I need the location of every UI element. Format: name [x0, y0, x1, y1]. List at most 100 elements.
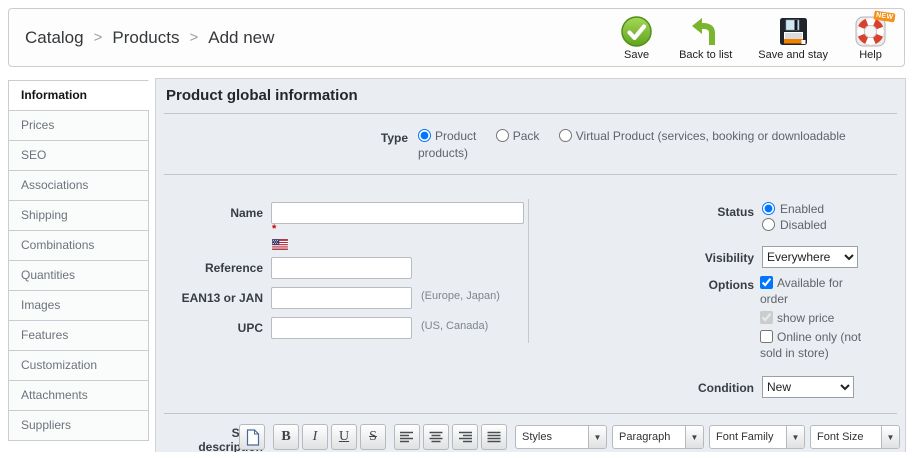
- save-label: Save: [624, 49, 650, 61]
- online-only-checkbox[interactable]: Online only (not sold in store): [760, 329, 862, 361]
- new-document-button[interactable]: [239, 424, 265, 450]
- breadcrumb-separator: >: [189, 29, 199, 46]
- header-toolbar: Save Back to list Save and stay NEW Help: [607, 10, 900, 61]
- sidebar-item-prices[interactable]: Prices: [8, 110, 149, 141]
- strikethrough-button[interactable]: S: [360, 424, 386, 450]
- divider: [164, 174, 897, 175]
- type-pack-radio-input[interactable]: [495, 129, 509, 142]
- styles-dropdown-value: Styles: [522, 431, 552, 443]
- font-family-dropdown[interactable]: Font Family ▼: [709, 425, 805, 449]
- show-price-label: show price: [777, 311, 835, 325]
- lifebuoy-icon: NEW: [854, 10, 896, 48]
- sidebar-item-images[interactable]: Images: [8, 290, 149, 321]
- status-radio-group: Enabled Disabled: [762, 202, 827, 234]
- status-enabled-radio-input[interactable]: [762, 202, 775, 215]
- bold-button[interactable]: B: [273, 424, 299, 450]
- help-button[interactable]: NEW Help: [841, 10, 900, 61]
- name-input[interactable]: [271, 202, 524, 224]
- options-label: Options: [708, 278, 754, 292]
- type-virtual-label: Virtual Product (services, booking or do…: [418, 129, 846, 160]
- chevron-down-icon: ▼: [881, 426, 899, 448]
- information-panel: Product global information Type Product …: [155, 78, 906, 452]
- us-flag-icon[interactable]: [271, 237, 289, 255]
- sidebar-item-features[interactable]: Features: [8, 320, 149, 351]
- online-only-label: Online only (not sold in store): [760, 330, 862, 360]
- status-enabled-radio[interactable]: Enabled: [762, 202, 827, 216]
- save-and-stay-button[interactable]: Save and stay: [745, 15, 841, 61]
- visibility-select[interactable]: Everywhere: [762, 246, 858, 268]
- breadcrumb-catalog[interactable]: Catalog: [25, 28, 84, 48]
- type-virtual-radio[interactable]: Virtual Product (services, booking or do…: [418, 129, 846, 160]
- chevron-down-icon: ▼: [588, 426, 606, 448]
- underline-button[interactable]: U: [331, 424, 357, 450]
- page-header: Catalog > Products > Add new Save Back t…: [8, 8, 905, 67]
- chevron-down-icon: ▼: [786, 426, 804, 448]
- new-document-icon: [246, 428, 259, 446]
- panel-title: Product global information: [166, 87, 358, 104]
- status-enabled-label: Enabled: [780, 202, 825, 216]
- styles-dropdown[interactable]: Styles ▼: [515, 425, 607, 449]
- rich-text-editor-toolbar: B I U S Styles ▼ Paragraph ▼ Font Family…: [239, 424, 905, 450]
- type-label: Type: [380, 131, 408, 145]
- options-checkbox-group: Available for order show price Online on…: [760, 275, 862, 364]
- type-product-radio[interactable]: Product: [418, 129, 480, 143]
- paragraph-dropdown[interactable]: Paragraph ▼: [612, 425, 704, 449]
- available-for-order-checkbox[interactable]: Available for order: [760, 275, 862, 307]
- reference-input[interactable]: [271, 257, 412, 279]
- show-price-checkbox: show price: [760, 310, 862, 326]
- align-right-button[interactable]: [452, 424, 478, 450]
- breadcrumb: Catalog > Products > Add new: [25, 9, 274, 66]
- status-disabled-radio[interactable]: Disabled: [762, 218, 827, 232]
- breadcrumb-separator: >: [93, 29, 103, 46]
- align-justify-icon: [487, 431, 501, 443]
- divider: [164, 413, 897, 414]
- upc-hint: (US, Canada): [421, 320, 489, 332]
- align-right-icon: [459, 431, 472, 443]
- status-disabled-radio-input[interactable]: [762, 218, 775, 231]
- help-label: Help: [859, 49, 882, 61]
- back-arrow-icon: [689, 15, 722, 48]
- add-product-page: Catalog > Products > Add new Save Back t…: [0, 0, 914, 452]
- editor-group-document: [239, 424, 265, 450]
- sidebar-item-suppliers[interactable]: Suppliers: [8, 410, 149, 441]
- editor-group-align: [394, 424, 507, 450]
- sidebar-item-quantities[interactable]: Quantities: [8, 260, 149, 291]
- type-radio-group: Product Pack Virtual Product (services, …: [418, 128, 856, 162]
- sidebar-item-information[interactable]: Information: [8, 80, 149, 111]
- align-left-button[interactable]: [394, 424, 420, 450]
- type-virtual-radio-input[interactable]: [558, 129, 572, 142]
- breadcrumb-products[interactable]: Products: [112, 28, 179, 48]
- font-size-dropdown[interactable]: Font Size ▼: [810, 425, 900, 449]
- floppy-disk-icon: [777, 15, 810, 48]
- align-left-icon: [400, 431, 413, 443]
- name-label: Name: [230, 206, 263, 220]
- back-to-list-button[interactable]: Back to list: [666, 15, 745, 61]
- save-button[interactable]: Save: [607, 15, 666, 61]
- column-divider: [528, 199, 529, 343]
- sidebar-item-combinations[interactable]: Combinations: [8, 230, 149, 261]
- sidebar-item-customization[interactable]: Customization: [8, 350, 149, 381]
- align-justify-button[interactable]: [481, 424, 507, 450]
- bold-icon: B: [281, 429, 291, 444]
- sidebar-item-attachments[interactable]: Attachments: [8, 380, 149, 411]
- available-for-order-checkbox-input[interactable]: [760, 276, 773, 289]
- ean13-input[interactable]: [271, 287, 412, 309]
- status-disabled-label: Disabled: [780, 218, 827, 232]
- type-product-radio-input[interactable]: [418, 129, 431, 142]
- upc-input[interactable]: [271, 317, 412, 339]
- type-product-label: Product: [435, 129, 477, 143]
- back-to-list-label: Back to list: [679, 49, 733, 61]
- sidebar-item-seo[interactable]: SEO: [8, 140, 149, 171]
- type-pack-radio[interactable]: Pack: [495, 129, 543, 143]
- online-only-checkbox-input[interactable]: [760, 330, 773, 343]
- condition-select[interactable]: New: [762, 376, 854, 398]
- product-tabs-sidebar: Information Prices SEO Associations Ship…: [8, 80, 149, 441]
- align-center-button[interactable]: [423, 424, 449, 450]
- italic-button[interactable]: I: [302, 424, 328, 450]
- ean13-label: EAN13 or JAN: [181, 291, 263, 305]
- sidebar-item-associations[interactable]: Associations: [8, 170, 149, 201]
- save-check-icon: [620, 15, 653, 48]
- sidebar-item-shipping[interactable]: Shipping: [8, 200, 149, 231]
- italic-icon: I: [312, 429, 318, 444]
- reference-label: Reference: [204, 261, 263, 275]
